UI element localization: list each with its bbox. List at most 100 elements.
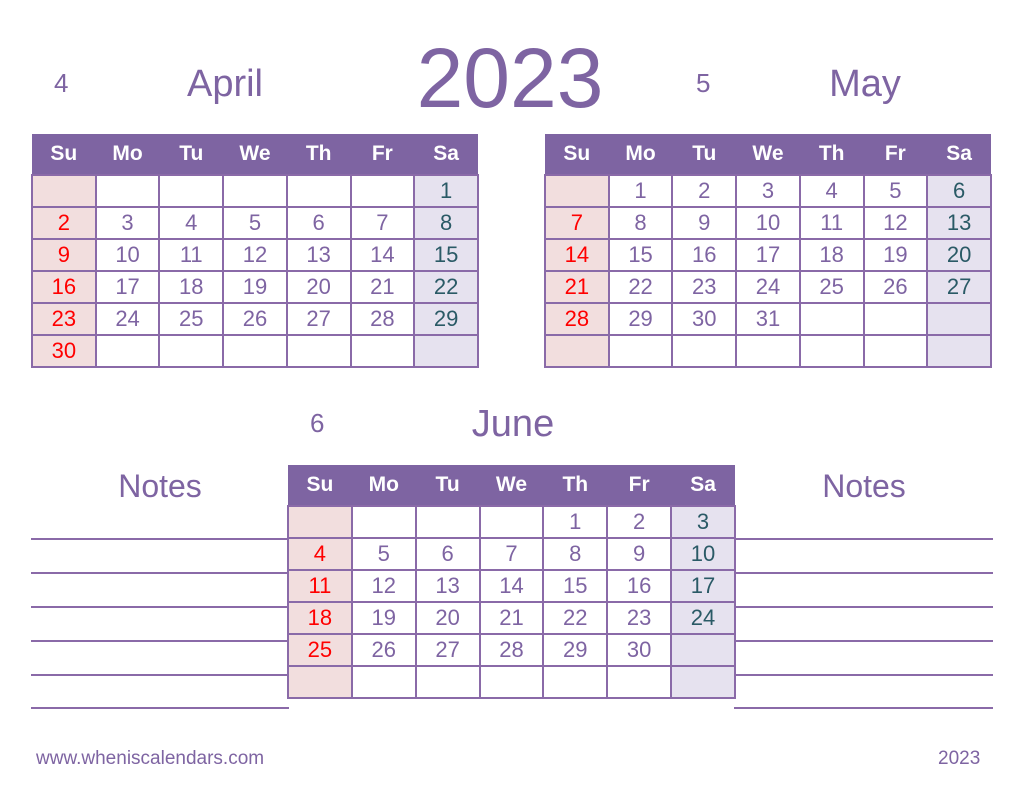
week-row: 11 12 13 14 15 16 17 [287,569,736,603]
day-cell: 18 [158,270,225,304]
week-row: 16 17 18 19 20 21 22 [31,270,479,304]
weekday-header: Fr [607,465,672,506]
day-cell: 24 [94,302,161,336]
week-row: 9 10 11 12 13 14 15 [31,238,479,272]
day-cell: 15 [607,238,674,272]
weekday-header: Th [543,465,608,506]
day-cell: 2 [671,174,738,208]
day-cell: 10 [94,238,161,272]
week-row: 28 29 30 31 [544,302,992,336]
day-cell: 13 [926,206,992,240]
day-cell: 14 [349,238,416,272]
day-cell: 8 [607,206,674,240]
day-cell: 6 [414,537,481,571]
day-cell: 27 [414,633,481,667]
day-cell: 20 [926,238,992,272]
notes-title-left: Notes [118,468,202,504]
day-cell: 4 [287,537,353,571]
day-cell: 3 [735,174,801,208]
empty-day-cell [158,174,225,208]
day-cell: 11 [798,206,865,240]
weekday-header: Sa [927,134,991,175]
day-cell: 20 [285,270,352,304]
calendar-april: Su Mo Tu We Th Fr Sa 1 2 3 4 5 6 7 8 9 10 11 12 13 14 15 16 17 1… [31,134,479,368]
empty-day-cell [285,334,352,368]
empty-day-cell [413,334,479,368]
week-row: 2345678 [31,206,479,240]
day-cell: 26 [862,270,929,304]
day-cell: 9 [606,537,673,571]
empty-day-cell [287,505,353,539]
empty-day-cell [607,334,674,368]
empty-day-cell [414,505,481,539]
empty-day-cell [478,665,545,699]
note-line [31,538,289,540]
month-name-june: June [471,403,555,445]
empty-day-cell [544,174,610,208]
note-line [734,707,993,709]
calendar-may: Su Mo Tu We Th Fr Sa 1 2 3 4 5 6 7 8 9 10 11 12 13 14 15 16 17 1… [544,134,992,368]
note-line [734,640,993,642]
empty-day-cell [158,334,225,368]
week-row: 21 22 23 24 25 26 27 [544,270,992,304]
note-line [734,538,993,540]
empty-day-cell [350,665,417,699]
empty-day-cell [798,302,865,336]
day-cell: 11 [158,238,225,272]
day-cell: 3 [670,505,736,539]
weekday-header: Sa [414,134,478,175]
day-cell: 1 [413,174,479,208]
day-cell: 30 [31,334,97,368]
day-cell: 12 [350,569,417,603]
day-cell: 8 [413,206,479,240]
day-cell: 29 [607,302,674,336]
empty-day-cell [349,174,416,208]
note-line [31,640,289,642]
week-row: 4 5 6 7 8 9 10 [287,537,736,571]
day-cell: 7 [478,537,545,571]
day-cell: 23 [671,270,738,304]
weekday-header: Th [286,134,351,175]
day-cell: 12 [862,206,929,240]
empty-day-cell [926,334,992,368]
weekday-header: Su [545,134,609,175]
week-row: 1 [31,174,479,208]
empty-day-cell [670,633,736,667]
day-cell: 15 [413,238,479,272]
day-cell: 7 [544,206,610,240]
week-row: 23 24 25 26 27 28 29 [31,302,479,336]
note-line [734,606,993,608]
month-number-june: 6 [310,408,325,438]
day-cell: 3 [94,206,161,240]
day-cell: 11 [287,569,353,603]
note-line [31,572,289,574]
day-cell: 28 [478,633,545,667]
day-cell: 19 [862,238,929,272]
day-cell: 7 [349,206,416,240]
day-cell: 2 [31,206,97,240]
note-line [31,606,289,608]
empty-day-cell [735,334,801,368]
weekday-header: Tu [672,134,737,175]
empty-day-cell [606,665,673,699]
day-cell: 20 [414,601,481,635]
week-row: 14 15 16 17 18 19 20 [544,238,992,272]
weekday-header: Sa [671,465,735,506]
note-line [734,674,993,676]
day-cell: 13 [414,569,481,603]
day-cell: 25 [798,270,865,304]
day-cell: 22 [413,270,479,304]
day-cell: 19 [222,270,288,304]
empty-day-cell [349,334,416,368]
day-cell: 16 [31,270,97,304]
empty-day-cell [542,665,609,699]
weekday-header-row: Su Mo Tu We Th Fr Sa [288,465,735,506]
day-cell: 6 [926,174,992,208]
day-cell: 1 [607,174,674,208]
empty-day-cell [222,174,288,208]
day-cell: 17 [94,270,161,304]
empty-day-cell [671,334,738,368]
empty-day-cell [670,665,736,699]
empty-day-cell [350,505,417,539]
month-number-may: 5 [696,68,711,98]
